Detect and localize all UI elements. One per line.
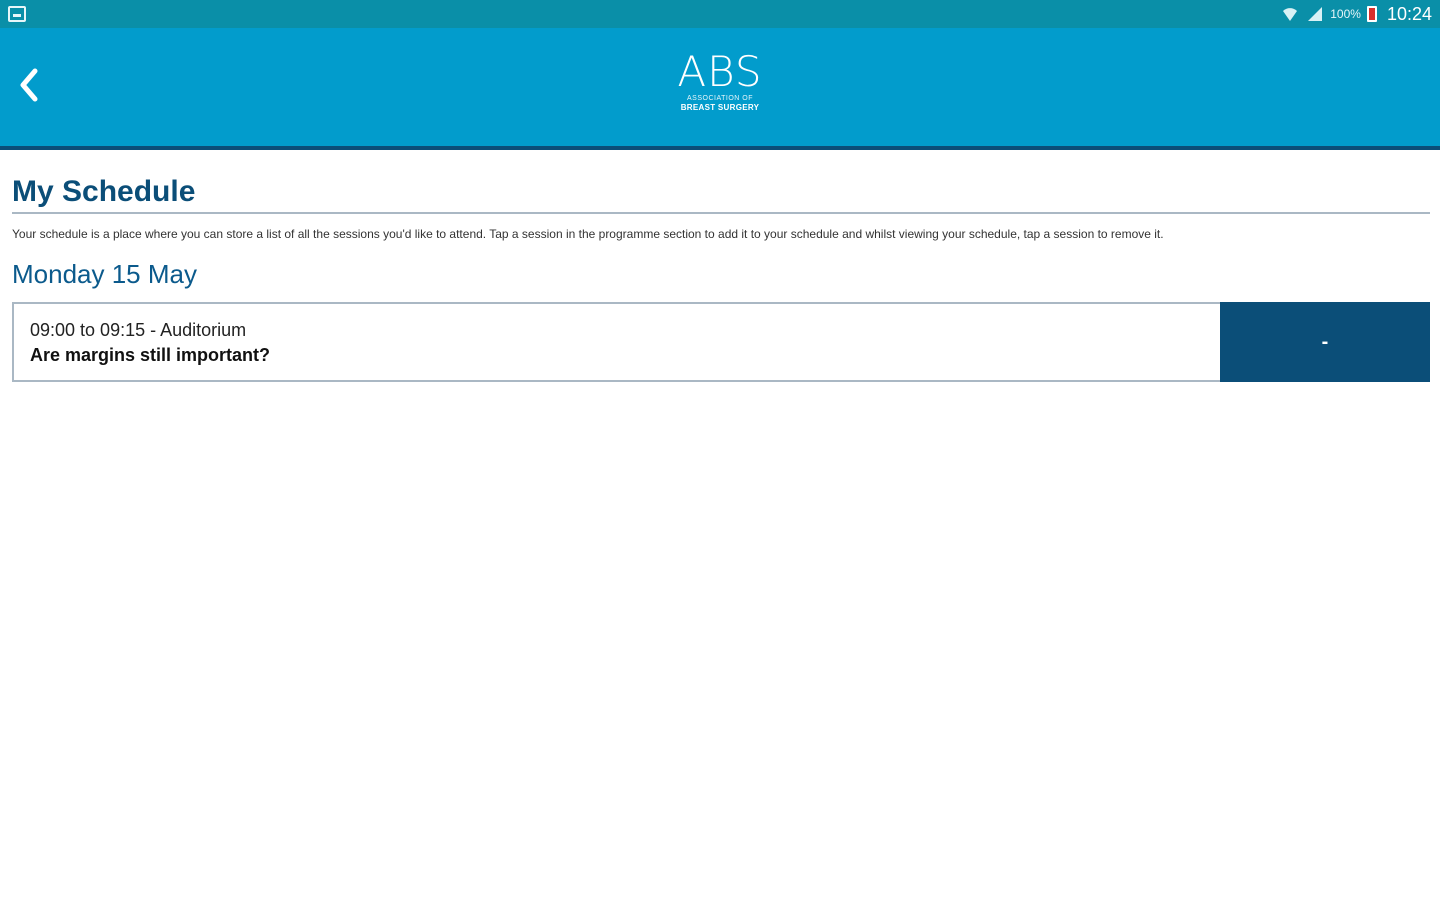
- chevron-left-icon: [20, 68, 38, 102]
- day-heading: Monday 15 May: [12, 259, 197, 289]
- remove-session-button[interactable]: -: [1220, 302, 1430, 382]
- logo-line-1: ASSOCIATION OF: [687, 95, 753, 102]
- page-title: My Schedule: [12, 175, 196, 208]
- logo-line-2: BREAST SURGERY: [680, 103, 760, 112]
- wifi-icon: [1283, 8, 1298, 21]
- status-time: 10:24: [1386, 3, 1432, 24]
- battery-percentage: 100%: [1330, 7, 1361, 21]
- session-card[interactable]: 09:00 to 09:15 - Auditorium Are margins …: [12, 302, 1430, 382]
- app-header: ABS ASSOCIATION OF BREAST SURGERY: [0, 28, 1440, 150]
- intro-text: Your schedule is a place where you can s…: [12, 227, 1164, 241]
- main-content: My Schedule Your schedule is a place whe…: [12, 150, 1430, 382]
- session-title: Are margins still important?: [30, 345, 271, 365]
- logo-mark: ABS: [677, 47, 763, 96]
- status-bar: 100% 10:24: [0, 0, 1440, 28]
- session-info[interactable]: 09:00 to 09:15 - Auditorium Are margins …: [14, 304, 1220, 380]
- signal-icon: [1308, 7, 1323, 21]
- title-divider: [12, 212, 1430, 214]
- abs-logo: ABS ASSOCIATION OF BREAST SURGERY: [672, 50, 768, 122]
- notification-icon: [8, 6, 26, 22]
- session-time: 09:00 to 09:15 - Auditorium: [30, 320, 247, 340]
- battery-icon: [1366, 6, 1377, 22]
- back-button[interactable]: [8, 58, 50, 112]
